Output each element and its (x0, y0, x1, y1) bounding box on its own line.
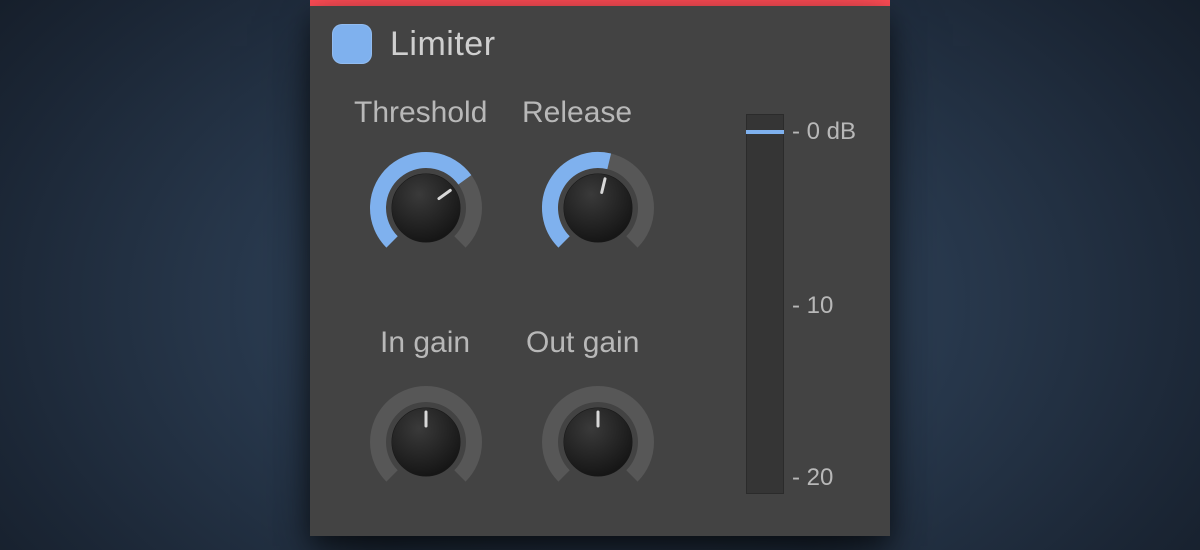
app-background: Limiter Threshold Release In gain Out ga… (0, 0, 1200, 550)
enable-toggle[interactable] (332, 24, 372, 64)
meter-label-20db: - 20 (792, 464, 833, 492)
panel-header: Limiter (310, 6, 890, 72)
threshold-label: Threshold (354, 96, 487, 130)
panel-body: Limiter Threshold Release In gain Out ga… (310, 6, 890, 536)
threshold-knob[interactable] (366, 148, 486, 268)
in-gain-knob[interactable] (366, 382, 486, 502)
meter-marker (746, 130, 784, 134)
release-knob[interactable] (538, 148, 658, 268)
out-gain-label: Out gain (526, 326, 639, 360)
limiter-panel: Limiter Threshold Release In gain Out ga… (310, 0, 890, 536)
in-gain-label: In gain (380, 326, 470, 360)
out-gain-knob[interactable] (538, 382, 658, 502)
meter-label-0db: - 0 dB (792, 118, 856, 146)
gain-reduction-meter: - 0 dB - 10 - 20 (746, 114, 866, 494)
meter-label-10db: - 10 (792, 292, 833, 320)
plugin-title: Limiter (390, 25, 496, 64)
meter-track (746, 114, 784, 494)
controls-area: Threshold Release In gain Out gain (310, 86, 890, 536)
release-label: Release (522, 96, 632, 130)
